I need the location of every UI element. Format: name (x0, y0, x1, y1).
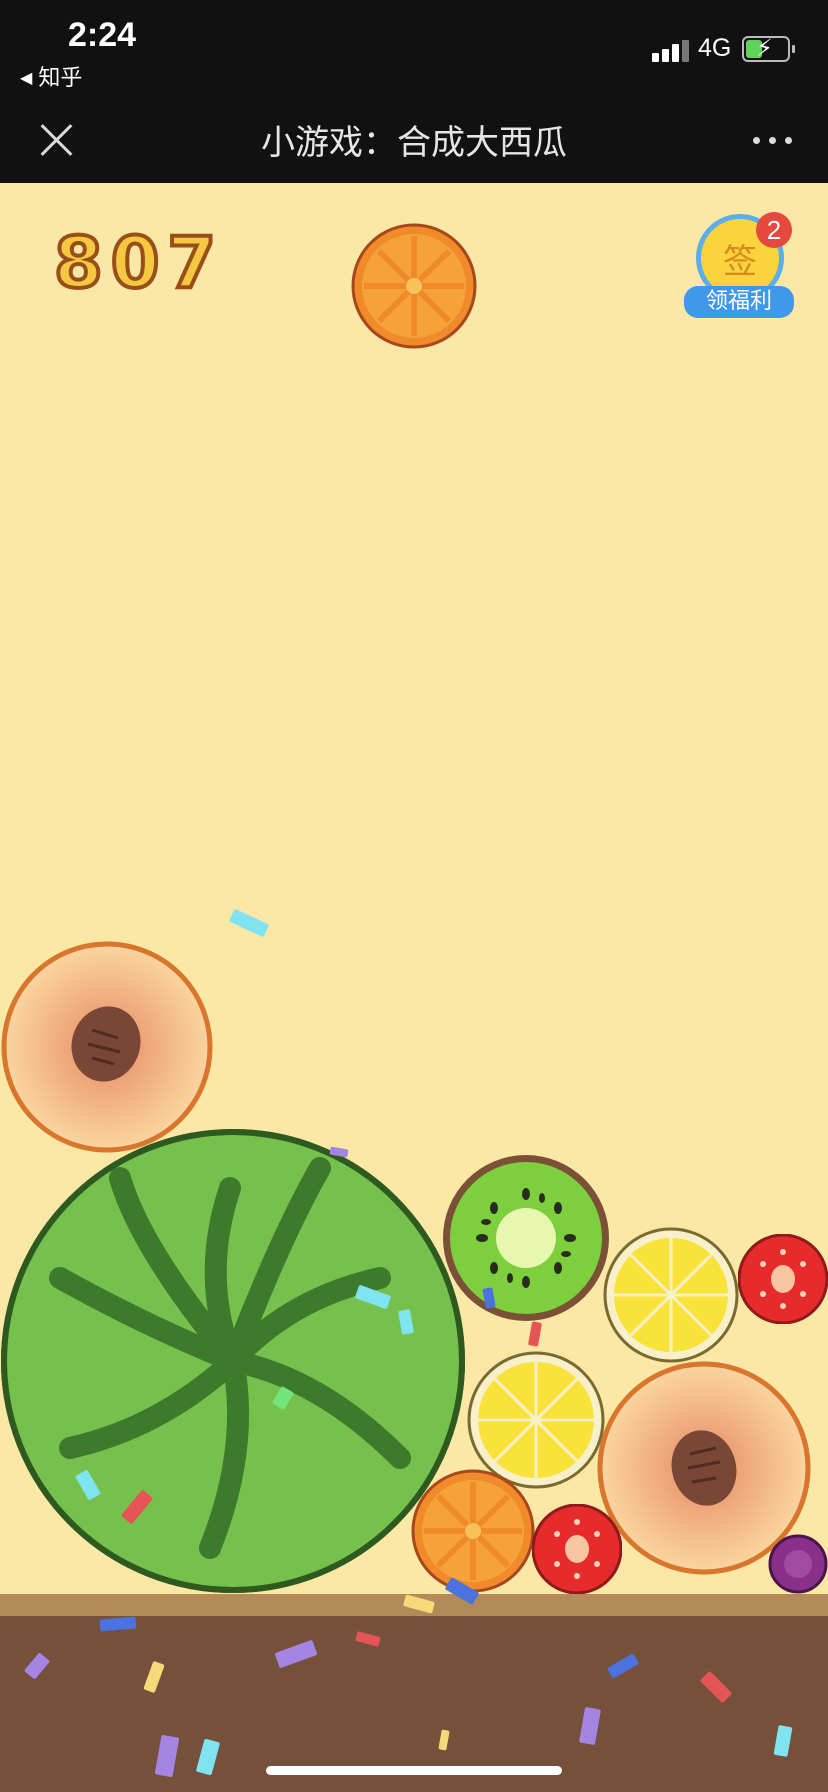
fruit-strawberry (738, 1234, 828, 1324)
page-title: 小游戏：合成大西瓜 (261, 123, 567, 163)
status-time: 2:24 (68, 16, 137, 54)
network-type: 4G (698, 34, 732, 62)
fruit-orange (411, 1469, 535, 1593)
sign-in-label: 领福利 (684, 286, 794, 318)
notification-badge: 2 (756, 212, 792, 248)
fruit-watermelon (1, 1129, 465, 1593)
next-fruit-orange[interactable] (350, 222, 478, 350)
signal-icon (652, 38, 692, 62)
back-triangle-icon: ◀ (20, 68, 33, 87)
fruit-kiwi (443, 1155, 609, 1321)
fruit-peach (1, 941, 213, 1153)
confetti (527, 1321, 543, 1347)
sign-in-welfare-button[interactable]: 签 2 领福利 (680, 212, 798, 324)
score-display: 807 (52, 220, 225, 306)
fruit-strawberry (532, 1504, 622, 1594)
home-indicator[interactable] (266, 1766, 562, 1775)
more-options-icon[interactable] (748, 125, 798, 155)
status-bar: 2:24 ◀ 知乎 4G ⚡ (0, 0, 828, 95)
confetti (228, 908, 270, 938)
battery-icon: ⚡ (742, 34, 795, 62)
back-app-label: 知乎 (38, 66, 83, 91)
fruit-lemon (603, 1227, 739, 1363)
fruit-grape (768, 1534, 828, 1594)
back-to-app-link[interactable]: ◀ 知乎 (20, 60, 82, 92)
mini-program-navbar: 小游戏：合成大西瓜 (0, 95, 828, 183)
